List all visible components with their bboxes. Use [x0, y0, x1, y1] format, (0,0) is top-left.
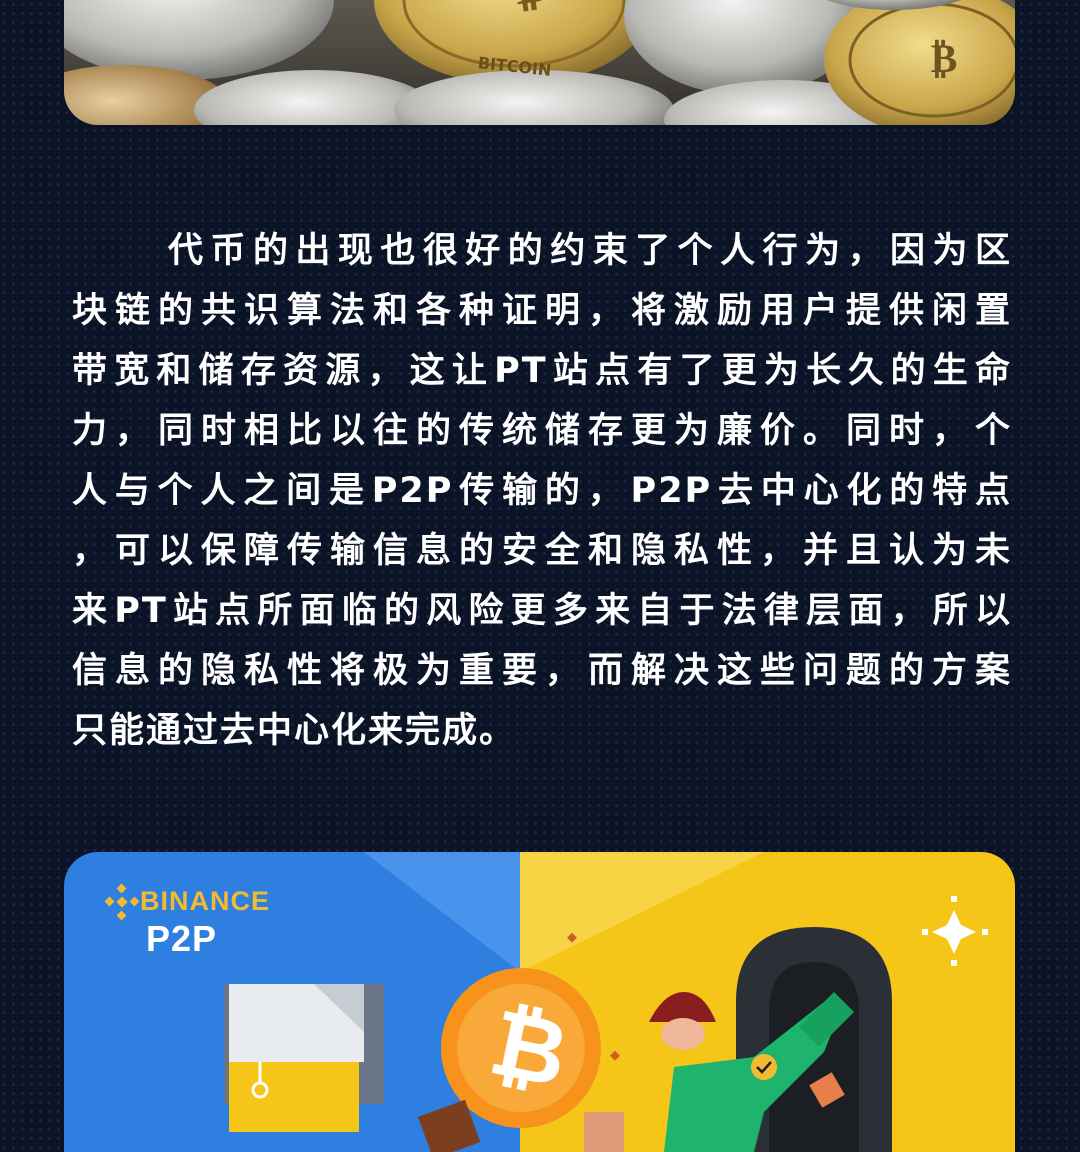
- binance-logo-icon: [104, 887, 134, 917]
- binance-p2p-banner: BINANCE P2P ₿: [64, 852, 1015, 1152]
- paragraph-line: ，可以保障传输信息的安全和隐私性，并且认为未: [72, 531, 1012, 571]
- coins-illustration: ₿ BITCOIN ₿: [64, 0, 1015, 125]
- coins-photo: ₿ BITCOIN ₿: [64, 0, 1015, 125]
- article-paragraph: 代币的出现也很好的约束了个人行为，因为区 块链的共识算法和各种证明，将激励用户提…: [72, 221, 1012, 761]
- binance-brand: BINANCE: [104, 886, 270, 917]
- paragraph-line: 只能通过去中心化来完成。: [72, 711, 517, 751]
- svg-text:₿: ₿: [931, 36, 958, 82]
- paragraph-line: 代币的出现也很好的约束了个人行为，因为区: [168, 231, 1012, 271]
- product-label: P2P: [146, 918, 218, 959]
- brand-name: BINANCE: [140, 886, 271, 916]
- bitcoin-icon: ₿: [481, 988, 577, 1109]
- paragraph-line: 信息的隐私性将极为重要，而解决这些问题的方案: [72, 651, 1012, 691]
- paragraph-line: 带宽和储存资源，这让PT站点有了更为长久的生命: [72, 351, 1012, 391]
- paragraph-line: 力，同时相比以往的传统储存更为廉价。同时，个: [72, 411, 1012, 451]
- paragraph-line: 人与个人之间是P2P传输的，P2P去中心化的特点: [72, 471, 1012, 511]
- paragraph-line: 来PT站点所面临的风险更多来自于法律层面，所以: [72, 591, 1012, 631]
- paragraph-line: 块链的共识算法和各种证明，将激励用户提供闲置: [72, 291, 1012, 331]
